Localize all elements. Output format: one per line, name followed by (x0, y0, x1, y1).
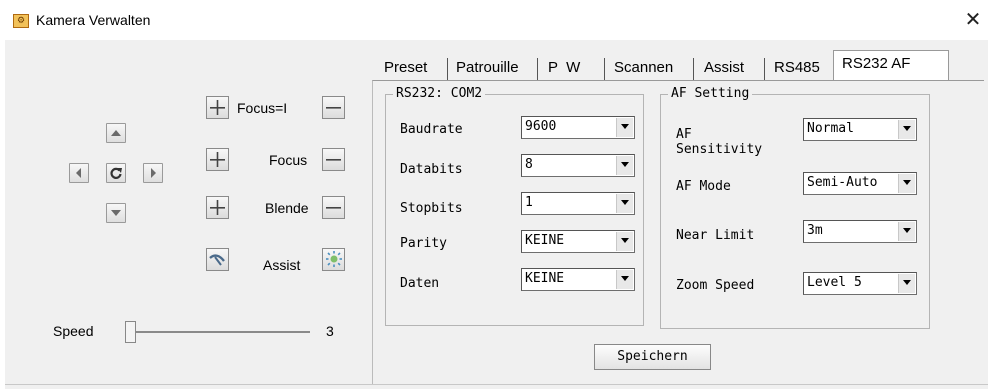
dropdown-arrow[interactable] (898, 222, 915, 241)
minus-icon (326, 207, 341, 209)
minus-icon (326, 107, 341, 109)
speed-value: 3 (326, 323, 334, 339)
tab-patrouille[interactable]: Patrouille (452, 55, 523, 81)
pan-down-button[interactable] (106, 203, 126, 223)
close-button[interactable]: ✕ (962, 8, 984, 30)
near-limit-select[interactable]: 3m (803, 220, 917, 243)
tab-separator (537, 58, 538, 80)
stopbits-label: Stopbits (400, 201, 463, 216)
refresh-icon (110, 167, 122, 179)
tab-assist[interactable]: Assist (700, 55, 748, 81)
wiper-button[interactable] (206, 248, 229, 271)
client-bottom-border (5, 384, 988, 385)
parity-select[interactable]: KEINE (521, 230, 635, 253)
iris-plus-button[interactable] (206, 196, 229, 219)
parity-value: KEINE (525, 233, 565, 248)
parity-label: Parity (400, 236, 447, 251)
title-bar: ⚙ Kamera Verwalten ✕ (0, 0, 988, 40)
near-limit-value: 3m (807, 223, 823, 238)
databits-value: 8 (525, 157, 533, 172)
dropdown-arrow[interactable] (898, 174, 915, 193)
focus-near-minus-button[interactable] (322, 96, 345, 119)
dropdown-arrow[interactable] (898, 274, 915, 293)
plus-icon (210, 152, 225, 167)
baudrate-label: Baudrate (400, 122, 463, 137)
save-button[interactable]: Speichern (594, 344, 711, 370)
arrow-up-icon (111, 130, 121, 136)
dropdown-arrow[interactable] (616, 194, 633, 213)
arrow-left-icon (76, 168, 81, 178)
chevron-down-icon (903, 228, 911, 233)
focus-near-label: Focus=I (237, 100, 288, 116)
daten-select[interactable]: KEINE (521, 268, 635, 291)
near-limit-label: Near Limit (676, 228, 755, 243)
dropdown-arrow[interactable] (616, 156, 633, 175)
zoom-speed-label: Zoom Speed (676, 278, 755, 293)
tab-rs232-af[interactable]: RS232 AF (838, 51, 914, 77)
daten-label: Daten (400, 276, 440, 291)
dropdown-arrow[interactable] (616, 270, 633, 289)
tab-separator (693, 58, 694, 80)
minus-icon (326, 159, 341, 161)
assist-label: Assist (263, 257, 301, 273)
dropdown-arrow[interactable] (898, 120, 915, 139)
tab-separator (604, 58, 605, 80)
chevron-down-icon (621, 276, 629, 281)
iris-minus-button[interactable] (322, 196, 345, 219)
af-group-title: AF Setting (668, 86, 753, 101)
chevron-down-icon (621, 200, 629, 205)
af-sensitivity-label: AF Sensitivity (676, 127, 763, 157)
light-icon (326, 251, 342, 267)
tab-scannen[interactable]: Scannen (610, 55, 677, 81)
tab-pw[interactable]: P W (544, 55, 584, 81)
chevron-down-icon (621, 124, 629, 129)
rs232-group-title: RS232: COM2 (393, 86, 486, 101)
tab-separator (764, 58, 765, 80)
af-mode-value: Semi-Auto (807, 175, 878, 190)
stopbits-value: 1 (525, 195, 533, 210)
plus-icon (210, 200, 225, 215)
tab-rs485[interactable]: RS485 (770, 55, 824, 81)
tab-separator (447, 58, 448, 80)
zoom-speed-select[interactable]: Level 5 (803, 272, 917, 295)
light-button[interactable] (322, 248, 345, 271)
speed-slider-thumb[interactable] (125, 321, 136, 343)
reset-button[interactable] (106, 163, 126, 183)
arrow-right-icon (151, 168, 156, 178)
focus-minus-button[interactable] (322, 148, 345, 171)
baudrate-select[interactable]: 9600 (521, 116, 635, 139)
chevron-down-icon (903, 280, 911, 285)
dropdown-arrow[interactable] (616, 118, 633, 137)
chevron-down-icon (621, 162, 629, 167)
pan-right-button[interactable] (143, 163, 163, 183)
chevron-down-icon (903, 126, 911, 131)
af-sensitivity-value: Normal (807, 121, 854, 136)
chevron-down-icon (621, 238, 629, 243)
plus-icon (210, 100, 225, 115)
focus-label: Focus (269, 152, 308, 168)
tab-preset[interactable]: Preset (380, 55, 431, 81)
zoom-speed-value: Level 5 (807, 275, 862, 290)
pan-left-button[interactable] (69, 163, 89, 183)
arrow-down-icon (111, 210, 121, 216)
stopbits-select[interactable]: 1 (521, 192, 635, 215)
iris-label: Blende (265, 200, 309, 216)
daten-value: KEINE (525, 271, 565, 286)
af-mode-label: AF Mode (676, 179, 731, 194)
speed-label: Speed (53, 323, 94, 339)
af-mode-select[interactable]: Semi-Auto (803, 172, 917, 195)
databits-label: Databits (400, 162, 463, 177)
pan-up-button[interactable] (106, 123, 126, 143)
dropdown-arrow[interactable] (616, 232, 633, 251)
databits-select[interactable]: 8 (521, 154, 635, 177)
window-title: Kamera Verwalten (36, 12, 151, 28)
speed-slider-track[interactable] (125, 331, 310, 333)
baudrate-value: 9600 (525, 119, 557, 134)
wiper-icon (209, 254, 225, 266)
camera-app-icon: ⚙ (13, 14, 29, 28)
chevron-down-icon (903, 180, 911, 185)
focus-near-plus-button[interactable] (206, 96, 229, 119)
af-sensitivity-select[interactable]: Normal (803, 118, 917, 141)
focus-plus-button[interactable] (206, 148, 229, 171)
